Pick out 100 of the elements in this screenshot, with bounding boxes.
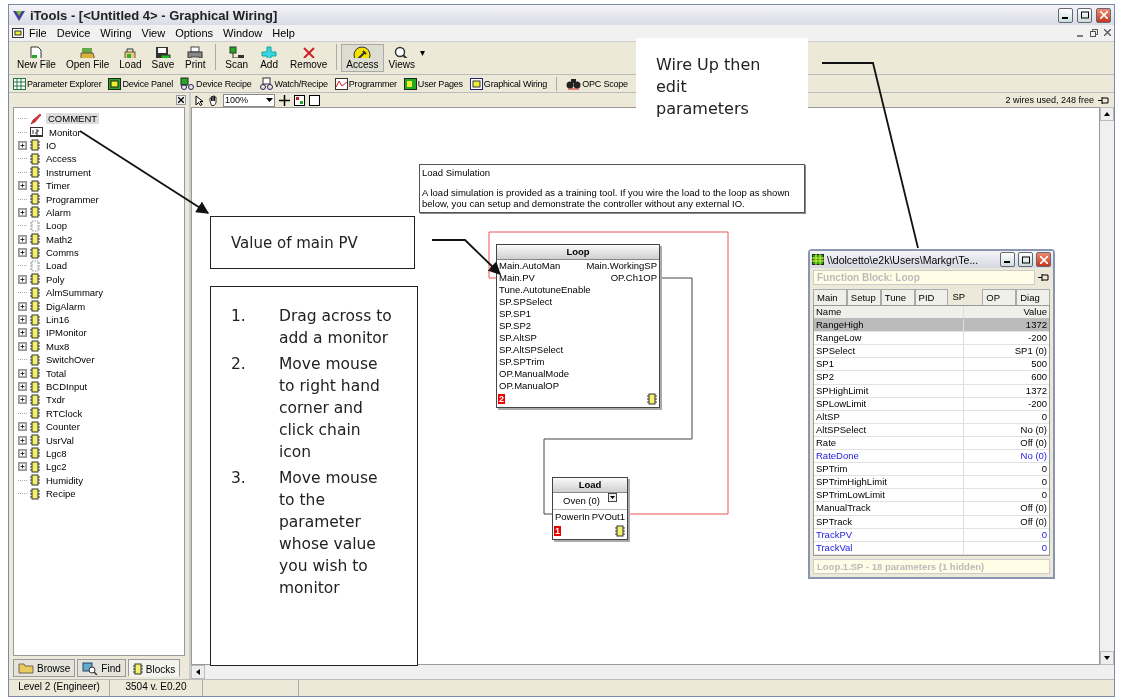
tree-item[interactable]: IPMonitor [44, 327, 89, 339]
parameter-row[interactable]: ManualTrack Off (0) [814, 502, 1049, 516]
close-icon[interactable] [1104, 29, 1111, 36]
toolbar-button[interactable]: Access [341, 44, 384, 72]
output-parameter[interactable]: Main.WorkingSP [586, 260, 657, 272]
parameter-row[interactable]: SPLowLimit -200 [814, 397, 1049, 411]
menu-item[interactable]: File [24, 27, 52, 39]
parameter-row[interactable]: SPTrim 0 [814, 463, 1049, 477]
tree-item[interactable]: Poly [44, 273, 67, 285]
tree-item[interactable]: Lgc2 [44, 461, 69, 473]
parameter-row[interactable]: SP1 500 [814, 358, 1049, 372]
parameter-row[interactable]: RangeLow -200 [814, 332, 1049, 346]
column-header[interactable]: Name [814, 306, 964, 319]
toolbar-button[interactable]: Save [146, 44, 180, 72]
input-parameter[interactable]: Tune.AutotuneEnable [499, 284, 591, 296]
comment-note[interactable]: Load Simulation A load simulation is provided as a training tool. If you wire the load to the loop as shown below, you can setup and demonstrate the controller without any external IO. [419, 164, 805, 213]
expand-icon[interactable] [18, 248, 27, 258]
expand-icon[interactable] [18, 140, 27, 150]
expand-icon[interactable] [18, 368, 27, 378]
view-button[interactable]: Device Panel [106, 77, 176, 90]
toolbar-button[interactable]: Remove [285, 44, 333, 72]
tree-item[interactable]: DigAlarm [44, 300, 88, 312]
toolbar-button[interactable]: Open File [60, 44, 115, 72]
tree-item[interactable]: Txdr [44, 394, 67, 406]
tree-item[interactable]: UsrVal [44, 434, 76, 446]
panel-tab[interactable]: Browse [13, 659, 76, 677]
expand-icon[interactable] [18, 395, 27, 405]
function-block[interactable]: Loop Main.AutoMan Main.WorkingSP Main.PV OP.Ch1OP Tune.AutotuneEnable SP.SPSelect SP.SP1 SP.SP2 SP.AltSP SP.AltSPSelect SP.SPTrim OP.ManualMode OP.ManualOP 2 [496, 244, 660, 408]
tree-item[interactable]: Programmer [44, 193, 101, 205]
restore-icon[interactable] [1090, 29, 1098, 37]
expand-icon[interactable] [18, 341, 27, 351]
toolbar-button[interactable]: New File [12, 44, 61, 72]
input-parameter[interactable]: SP.AltSPSelect [499, 344, 564, 356]
input-parameter[interactable]: PowerIn [555, 510, 590, 524]
tree-item[interactable]: Timer [44, 180, 72, 192]
tree-item[interactable]: Math2 [44, 233, 75, 245]
expand-icon[interactable] [18, 382, 27, 391]
wire[interactable] [488, 231, 729, 515]
input-parameter[interactable]: SP.SP2 [499, 320, 532, 332]
tree-item[interactable]: Instrument [44, 166, 93, 178]
menu-item[interactable]: Device [51, 27, 96, 39]
pin-icon[interactable] [1098, 95, 1110, 105]
tab[interactable]: Main [813, 289, 847, 305]
expand-icon[interactable] [18, 301, 27, 311]
close-button[interactable] [176, 95, 186, 105]
dropdown-toggle[interactable]: ▾ [420, 46, 426, 58]
expand-icon[interactable] [18, 328, 27, 338]
expand-icon[interactable] [18, 448, 27, 458]
view-button[interactable]: Programmer [332, 77, 399, 90]
minimize-button[interactable] [1058, 7, 1073, 23]
view-button[interactable]: Graphical Wiring [467, 77, 550, 90]
expand-icon[interactable] [18, 181, 27, 191]
tree-item[interactable]: Lin16 [44, 314, 72, 326]
parameter-row[interactable]: SPHighLimit 1372 [814, 384, 1049, 398]
menu-item[interactable]: Window [218, 27, 268, 39]
hand-icon[interactable] [208, 94, 219, 106]
scroll-left-button[interactable] [191, 665, 205, 679]
dropdown-arrow-icon[interactable] [608, 493, 617, 502]
maximize-button[interactable] [1018, 252, 1033, 267]
menu-item[interactable]: View [136, 27, 171, 39]
panel-tab[interactable]: Blocks [127, 659, 181, 677]
dropdown-arrow-icon[interactable] [266, 97, 273, 103]
tree-item[interactable]: SwitchOver [44, 354, 97, 366]
input-parameter[interactable]: Main.AutoMan [499, 260, 561, 272]
input-parameter[interactable]: SP.AltSP [499, 332, 537, 344]
column-header[interactable]: Value [964, 306, 1049, 319]
tree-item[interactable]: BCDInput [44, 381, 90, 392]
tree-item[interactable]: Access [44, 153, 79, 165]
maximize-button[interactable] [1077, 7, 1092, 23]
expand-icon[interactable] [18, 315, 27, 325]
vertical-scrollbar[interactable] [1100, 107, 1114, 665]
parameter-row[interactable]: SP2 600 [814, 371, 1049, 385]
toolbar-button[interactable]: Views [383, 44, 421, 72]
frame-icon[interactable] [309, 94, 320, 106]
expand-icon[interactable] [18, 274, 27, 284]
expand-icon[interactable] [18, 422, 27, 432]
tab[interactable]: Diag [1016, 289, 1050, 305]
tree-item[interactable]: Monitor [47, 126, 83, 138]
parameter-row[interactable]: TrackPV 0 [814, 528, 1049, 542]
tree-item[interactable]: IO [44, 139, 59, 151]
view-button[interactable]: User Pages [401, 77, 465, 90]
input-parameter[interactable]: OP.ManualOP [499, 380, 560, 392]
expand-icon[interactable] [18, 435, 27, 445]
tree-item[interactable]: Load [44, 260, 70, 272]
expand-icon[interactable] [18, 462, 27, 472]
tree-item[interactable]: Total [44, 367, 69, 379]
input-parameter[interactable]: SP.SP1 [499, 308, 532, 320]
output-parameter[interactable]: OP.Ch1OP [610, 272, 657, 284]
toolbar-button[interactable]: Scan [220, 44, 254, 72]
zoom-dropdown[interactable]: 100% [223, 93, 275, 107]
view-button[interactable]: Watch/Recipe [256, 77, 330, 90]
tree-item[interactable]: Lgc8 [44, 447, 69, 459]
minimize-button[interactable] [1000, 252, 1015, 267]
tree-item[interactable]: Humidity [44, 474, 85, 486]
tree-item[interactable]: RTClock [44, 407, 85, 419]
parameter-row[interactable]: SPTrimHighLimit 0 [814, 476, 1049, 490]
input-parameter[interactable]: OP.ManualMode [499, 368, 570, 380]
menu-item[interactable]: Options [170, 27, 219, 39]
scroll-down-button[interactable] [1100, 651, 1114, 665]
parameter-row[interactable]: TrackVal 0 [814, 541, 1049, 555]
